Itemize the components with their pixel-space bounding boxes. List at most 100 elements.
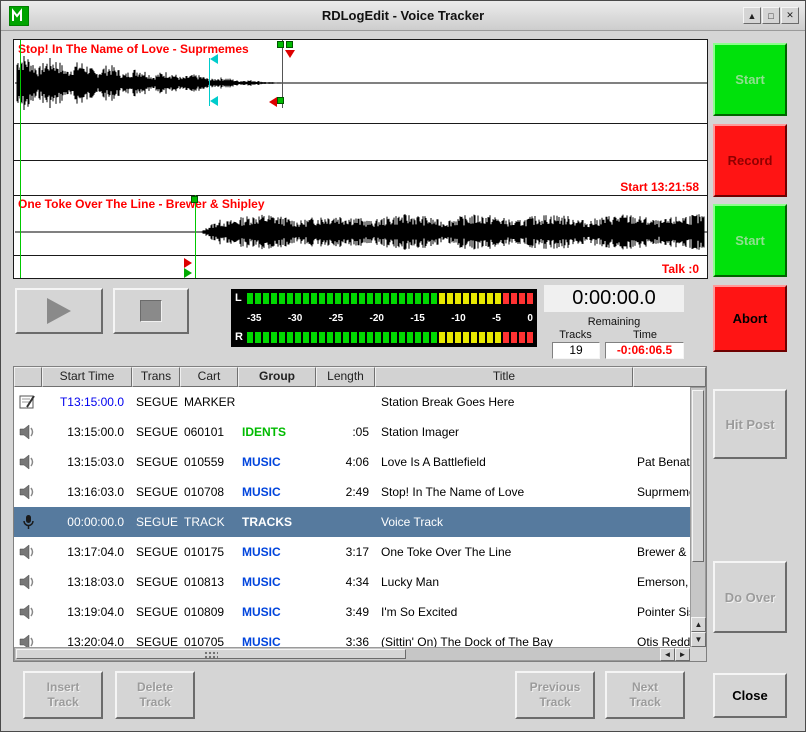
column-header-group[interactable]: Group bbox=[238, 367, 316, 387]
close-glyph: ✕ bbox=[786, 10, 794, 21]
log-table-header: Start TimeTransCartGroupLengthTitle bbox=[14, 367, 706, 387]
length-cell: :05 bbox=[316, 425, 375, 439]
delete-track-button[interactable]: Delete Track bbox=[115, 671, 195, 719]
end-marker-icon[interactable] bbox=[286, 41, 293, 48]
column-header-title[interactable]: Title bbox=[375, 367, 633, 387]
titlebar[interactable]: RDLogEdit - Voice Tracker ▲ □ ✕ bbox=[1, 1, 805, 31]
table-row[interactable]: 13:20:04.0 SEGUE 010705 MUSIC 3:36 (Sitt… bbox=[14, 627, 690, 647]
cart-cell: 010809 bbox=[180, 605, 238, 619]
talk-marker-top-icon[interactable] bbox=[210, 54, 218, 64]
group-cell: MUSIC bbox=[238, 605, 316, 619]
artist-cell: Otis Reddin bbox=[633, 635, 690, 647]
speaker-icon bbox=[19, 604, 37, 620]
row-type-icon-cell bbox=[14, 634, 42, 647]
scroll-left-icon[interactable]: ◄ bbox=[660, 648, 675, 661]
do-over-button[interactable]: Do Over bbox=[713, 561, 787, 633]
table-row[interactable]: 13:16:03.0 SEGUE 010708 MUSIC 2:49 Stop!… bbox=[14, 477, 690, 507]
playback-cursor[interactable] bbox=[20, 40, 21, 279]
talk-marker-bottom-icon[interactable] bbox=[210, 96, 218, 106]
scrollbar-corner bbox=[690, 647, 706, 661]
transition-cell: SEGUE bbox=[132, 395, 180, 409]
horizontal-scrollbar-thumb[interactable] bbox=[16, 649, 406, 659]
voice-tracker-window: RDLogEdit - Voice Tracker ▲ □ ✕ Stop! In… bbox=[0, 0, 806, 732]
hit-post-button[interactable]: Hit Post bbox=[713, 389, 787, 459]
table-row[interactable]: T13:15:00.0 SEGUE MARKER Station Break G… bbox=[14, 387, 690, 417]
table-row[interactable]: 13:15:03.0 SEGUE 010559 MUSIC 4:06 Love … bbox=[14, 447, 690, 477]
table-row[interactable]: 13:18:03.0 SEGUE 010813 MUSIC 4:34 Lucky… bbox=[14, 567, 690, 597]
play-button[interactable] bbox=[15, 288, 103, 334]
row-type-icon-cell bbox=[14, 424, 42, 440]
close-window-icon[interactable]: ✕ bbox=[781, 7, 799, 24]
table-row[interactable]: 13:15:00.0 SEGUE 060101 IDENTS :05 Stati… bbox=[14, 417, 690, 447]
row-type-icon-cell bbox=[14, 604, 42, 620]
table-row[interactable]: 00:00:00.0 SEGUE TRACK TRACKS Voice Trac… bbox=[14, 507, 690, 537]
scrollbar-grip bbox=[204, 651, 218, 658]
audio-meter: L -35-30-25-20-15-10-50 R bbox=[231, 289, 537, 347]
vertical-scrollbar-thumb[interactable] bbox=[692, 390, 704, 562]
start-time-cell: 13:15:03.0 bbox=[42, 455, 132, 469]
track2-start-arrow-icon[interactable] bbox=[184, 268, 192, 278]
maximize-icon[interactable]: □ bbox=[762, 7, 780, 24]
transition-cell: SEGUE bbox=[132, 575, 180, 589]
cart-cell: MARKER bbox=[180, 395, 238, 409]
cart-cell: 010708 bbox=[180, 485, 238, 499]
end-marker-arrow-icon[interactable] bbox=[285, 50, 295, 58]
meter-right-label: R bbox=[235, 331, 247, 344]
track2-start-cursor[interactable] bbox=[195, 195, 196, 279]
scroll-down-icon[interactable]: ▼ bbox=[691, 632, 706, 647]
cart-cell: TRACK bbox=[180, 515, 238, 529]
title-cell: One Toke Over The Line bbox=[375, 545, 633, 559]
group-cell: MUSIC bbox=[238, 485, 316, 499]
rollup-glyph: ▲ bbox=[748, 11, 757, 21]
vertical-scrollbar[interactable]: ▲ ▼ bbox=[690, 387, 706, 647]
waveform-panel[interactable]: Stop! In The Name of Love - Suprmemes On… bbox=[13, 39, 708, 279]
title-cell: Voice Track bbox=[375, 515, 633, 529]
meter-scale: -35-30-25-20-15-10-50 bbox=[247, 312, 533, 325]
horizontal-scrollbar[interactable]: ◄ ► bbox=[14, 647, 690, 661]
track2-trim-marker-icon[interactable] bbox=[184, 258, 192, 268]
start-time-cell: 00:00:00.0 bbox=[42, 515, 132, 529]
transition-cell: SEGUE bbox=[132, 545, 180, 559]
table-row[interactable]: 13:19:04.0 SEGUE 010809 MUSIC 3:49 I'm S… bbox=[14, 597, 690, 627]
speaker-icon bbox=[19, 454, 37, 470]
record-button[interactable]: Record bbox=[713, 124, 787, 197]
elapsed-time-display: 0:00:00.0 bbox=[544, 285, 684, 312]
transition-cell: SEGUE bbox=[132, 485, 180, 499]
column-header-trans[interactable]: Trans bbox=[132, 367, 180, 387]
cart-cell: 060101 bbox=[180, 425, 238, 439]
cart-cell: 010813 bbox=[180, 575, 238, 589]
next-track-button[interactable]: Next Track bbox=[605, 671, 685, 719]
close-button[interactable]: Close bbox=[713, 673, 787, 718]
log-table-body: T13:15:00.0 SEGUE MARKER Station Break G… bbox=[14, 387, 690, 647]
column-header-artist[interactable] bbox=[633, 367, 706, 387]
insert-track-button[interactable]: Insert Track bbox=[23, 671, 103, 719]
column-header-cart[interactable]: Cart bbox=[180, 367, 238, 387]
start-button-bottom[interactable]: Start bbox=[713, 204, 787, 277]
column-header-length[interactable]: Length bbox=[316, 367, 375, 387]
scroll-up-icon[interactable]: ▲ bbox=[691, 617, 706, 632]
rollup-icon[interactable]: ▲ bbox=[743, 7, 761, 24]
start-time-cell: T13:15:00.0 bbox=[42, 395, 132, 409]
track2-start-marker-icon[interactable] bbox=[191, 196, 198, 203]
column-header-icon[interactable] bbox=[14, 367, 42, 387]
column-header-start[interactable]: Start Time bbox=[42, 367, 132, 387]
scroll-right-icon[interactable]: ► bbox=[675, 648, 690, 661]
meter-left-label: L bbox=[235, 292, 247, 305]
fade-marker-icon[interactable] bbox=[269, 97, 277, 107]
title-cell: (Sittin' On) The Dock of The Bay bbox=[375, 635, 633, 647]
segue-start-marker-icon[interactable] bbox=[277, 41, 284, 48]
stop-button[interactable] bbox=[113, 288, 189, 334]
play-icon bbox=[47, 298, 71, 324]
start-button-top[interactable]: Start bbox=[713, 43, 787, 116]
previous-track-button[interactable]: Previous Track bbox=[515, 671, 595, 719]
table-row[interactable]: 13:17:04.0 SEGUE 010175 MUSIC 3:17 One T… bbox=[14, 537, 690, 567]
lane-divider bbox=[14, 255, 707, 256]
meter-left-segments bbox=[247, 293, 533, 304]
lane-divider bbox=[14, 160, 707, 161]
artist-cell: Suprmemes bbox=[633, 485, 690, 499]
start-time-cell: 13:17:04.0 bbox=[42, 545, 132, 559]
title-cell: Station Imager bbox=[375, 425, 633, 439]
group-cell: MUSIC bbox=[238, 545, 316, 559]
segue-end-marker-icon[interactable] bbox=[277, 97, 284, 104]
abort-button[interactable]: Abort bbox=[713, 285, 787, 352]
